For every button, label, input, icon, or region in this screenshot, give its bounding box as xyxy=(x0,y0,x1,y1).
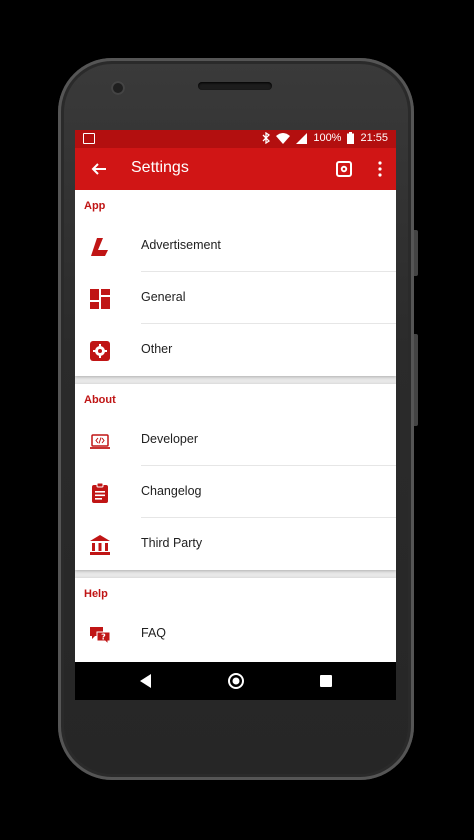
signal-icon xyxy=(296,132,308,144)
setting-label: Changelog xyxy=(141,484,202,498)
setting-label: FAQ xyxy=(141,626,167,640)
svg-text:?: ? xyxy=(101,633,106,642)
power-button xyxy=(414,334,418,426)
settings-list: App Advertisement General Other About De… xyxy=(75,190,396,662)
setting-other[interactable]: Other xyxy=(75,324,396,376)
volume-button xyxy=(414,230,418,276)
page-title: Settings xyxy=(131,159,189,176)
setting-faq[interactable]: ? FAQ xyxy=(75,608,396,660)
faq-chat-icon: ? xyxy=(90,627,111,646)
setting-developer[interactable]: Developer xyxy=(75,414,396,466)
section-about: About Developer Changelog Third Party xyxy=(75,384,396,570)
battery-percent: 100% xyxy=(313,132,342,144)
app-bar: Settings xyxy=(75,148,396,190)
battery-icon xyxy=(347,132,355,144)
dashboard-icon xyxy=(90,289,110,309)
section-app: App Advertisement General Other xyxy=(75,190,396,376)
system-nav-bar xyxy=(75,662,396,700)
setting-label: Third Party xyxy=(141,536,203,550)
section-title: App xyxy=(84,200,106,212)
setting-label: Advertisement xyxy=(141,238,221,252)
setting-label: General xyxy=(141,290,186,304)
earpiece-speaker xyxy=(198,82,272,90)
settings-gear-icon[interactable] xyxy=(335,160,353,178)
section-title: About xyxy=(84,394,116,406)
status-bar: 100% 21:55 xyxy=(75,130,396,148)
setting-changelog[interactable]: Changelog xyxy=(75,466,396,518)
wifi-icon xyxy=(276,132,291,144)
status-time: 21:55 xyxy=(360,132,388,144)
more-vert-icon[interactable] xyxy=(371,160,389,178)
setting-advertisement[interactable]: Advertisement xyxy=(75,220,396,272)
nav-back-icon[interactable] xyxy=(139,674,153,688)
clipboard-icon xyxy=(92,482,108,503)
bluetooth-icon xyxy=(262,132,271,144)
setting-label: Developer xyxy=(141,432,198,446)
advertisement-icon xyxy=(91,238,108,256)
section-help: Help ? FAQ xyxy=(75,578,396,662)
setting-general[interactable]: General xyxy=(75,272,396,324)
developer-laptop-icon xyxy=(90,434,110,449)
phone-screen: 100% 21:55 Settings App Advertisement Ge… xyxy=(75,130,396,700)
setting-third-party[interactable]: Third Party xyxy=(75,518,396,570)
setting-label: Other xyxy=(141,342,173,356)
back-arrow-icon[interactable] xyxy=(89,159,109,179)
bank-icon xyxy=(90,535,110,555)
image-notification-icon xyxy=(83,133,95,144)
settings-box-icon xyxy=(90,341,110,361)
front-camera xyxy=(111,81,125,95)
nav-home-icon[interactable] xyxy=(227,672,245,690)
nav-recents-icon[interactable] xyxy=(320,675,332,687)
status-icons: 100% 21:55 xyxy=(262,132,388,144)
section-title: Help xyxy=(84,588,108,600)
